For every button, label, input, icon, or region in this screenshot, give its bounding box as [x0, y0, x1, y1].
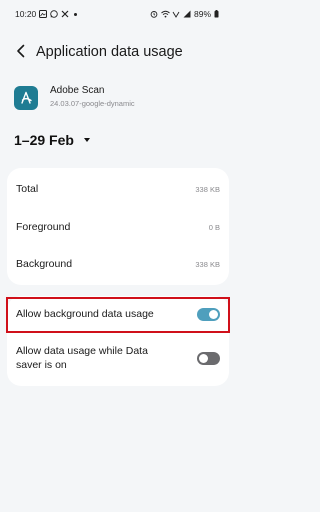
wifi-icon: [161, 10, 170, 18]
toggle-knob: [199, 353, 208, 363]
signal-icon: [183, 10, 191, 18]
data-saver-setting[interactable]: Allow data usage while Data saver is on: [16, 343, 220, 373]
usage-row-total: Total 338 KB: [16, 179, 220, 199]
status-time: 10:20: [15, 9, 37, 19]
volte-icon: [172, 10, 180, 18]
usage-row-foreground: Foreground 0 B: [16, 217, 220, 237]
alarm-icon: [150, 10, 158, 18]
status-bar-left: 10:20: [15, 9, 78, 19]
app-version: 24.03.07-google-dynamic: [50, 99, 135, 108]
whatsapp-icon: [50, 10, 59, 18]
date-range-selector[interactable]: 1–29 Feb: [14, 130, 90, 150]
dropdown-arrow-icon: [83, 138, 90, 142]
usage-value: 338 KB: [195, 184, 220, 194]
status-bar: 10:20 89%: [0, 0, 236, 28]
usage-value: 0 B: [208, 222, 220, 232]
gallery-icon: [39, 10, 48, 18]
highlight-box: [6, 297, 230, 333]
app-bar: Application data usage: [0, 40, 236, 68]
adobe-scan-icon: [14, 86, 38, 110]
toggle-label: Allow data usage while Data saver is on: [16, 345, 148, 371]
battery-icon: [214, 10, 222, 18]
usage-value: 338 KB: [195, 259, 220, 269]
back-button[interactable]: [12, 44, 30, 62]
date-range-label: 1–29 Feb: [14, 132, 74, 148]
battery-level: 89%: [193, 9, 211, 19]
status-bar-right: 89%: [150, 9, 222, 19]
back-arrow-icon: [16, 44, 26, 63]
app-name: Adobe Scan: [50, 85, 105, 96]
app-info: Adobe Scan 24.03.07-google-dynamic: [14, 84, 224, 114]
dot-icon: [74, 12, 78, 16]
usage-label: Total: [16, 183, 39, 195]
x-icon: [61, 10, 69, 18]
data-saver-toggle[interactable]: [197, 351, 220, 365]
usage-label: Foreground: [16, 221, 71, 233]
usage-row-background: Background 338 KB: [16, 254, 220, 274]
usage-card: Total 338 KB Foreground 0 B Background 3…: [7, 168, 229, 285]
usage-label: Background: [16, 258, 73, 270]
page-title: Application data usage: [36, 44, 183, 60]
